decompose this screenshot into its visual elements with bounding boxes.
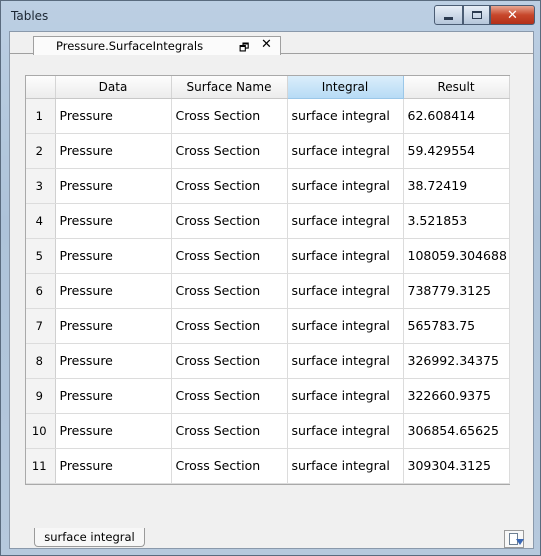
cell-surface-name[interactable]: Cross Section (171, 98, 288, 134)
row-number[interactable]: 8 (26, 343, 56, 379)
cell-integral[interactable]: surface integral (287, 238, 404, 274)
cell-integral[interactable]: surface integral (287, 343, 404, 379)
cell-surface-name[interactable]: Cross Section (171, 378, 288, 414)
cell-integral[interactable]: surface integral (287, 448, 404, 484)
row-number[interactable]: 10 (26, 413, 56, 449)
cell-result[interactable]: 306854.65625 (403, 413, 510, 449)
row-number[interactable]: 3 (26, 168, 56, 204)
cell-integral[interactable]: surface integral (287, 98, 404, 134)
cell-result[interactable]: 59.429554 (403, 133, 510, 169)
table-row[interactable]: 10 Pressure Cross Section surface integral 3… (26, 413, 510, 449)
cell-surface-name[interactable]: Cross Section (171, 133, 288, 169)
cell-surface-name[interactable]: Cross Section (171, 413, 288, 449)
cell-surface-name[interactable]: Cross Section (171, 238, 288, 274)
cell-integral[interactable]: surface integral (287, 133, 404, 169)
cell-data[interactable]: Pressure (55, 273, 172, 309)
minimize-button[interactable] (434, 5, 463, 25)
sheet-tab-surface-integral[interactable]: surface integral (34, 528, 145, 547)
row-number[interactable]: 2 (26, 133, 56, 169)
row-number[interactable]: 11 (26, 448, 56, 484)
cell-result[interactable]: 326992.34375 (403, 343, 510, 379)
cell-data[interactable]: Pressure (55, 203, 172, 239)
table-row[interactable]: 5 Pressure Cross Section surface integral 10… (26, 238, 510, 274)
row-number[interactable]: 4 (26, 203, 56, 239)
column-header-result[interactable]: Result (403, 76, 510, 99)
cell-surface-name[interactable]: Cross Section (171, 203, 288, 239)
table-row[interactable]: 1 Pressure Cross Section surface integral 62… (26, 98, 510, 134)
sheet-tab-label: surface integral (44, 530, 135, 544)
cell-data[interactable]: Pressure (55, 448, 172, 484)
cell-surface-name[interactable]: Cross Section (171, 308, 288, 344)
minimize-icon (444, 16, 453, 20)
column-header-surface-name[interactable]: Surface Name (171, 76, 288, 99)
cell-data[interactable]: Pressure (55, 378, 172, 414)
cell-surface-name[interactable]: Cross Section (171, 343, 288, 379)
window-title: Tables (11, 9, 49, 23)
document-tab-strip: Pressure.SurfaceIntegrals 🗗 ✕ (10, 32, 533, 55)
download-arrow-icon (516, 539, 524, 545)
cell-result[interactable]: 565783.75 (403, 308, 510, 344)
maximize-button[interactable] (463, 5, 490, 25)
maximize-icon (471, 11, 482, 19)
table-row[interactable]: 4 Pressure Cross Section surface integral 3.… (26, 203, 510, 239)
table-panel: Pressure.SurfaceIntegrals 🗗 ✕ Data Surfa… (9, 31, 534, 549)
cell-data[interactable]: Pressure (55, 413, 172, 449)
corner-header[interactable] (26, 76, 56, 99)
cell-integral[interactable]: surface integral (287, 203, 404, 239)
title-bar[interactable]: Tables ✕ (1, 1, 540, 31)
tables-window: Tables ✕ Pressure.SurfaceIntegrals 🗗 ✕ D… (0, 0, 541, 556)
table-row[interactable]: 7 Pressure Cross Section surface integral 56… (26, 308, 510, 344)
table-row[interactable]: 6 Pressure Cross Section surface integral 73… (26, 273, 510, 309)
cell-integral[interactable]: surface integral (287, 378, 404, 414)
cell-result[interactable]: 108059.304688 (403, 238, 510, 274)
row-number[interactable]: 6 (26, 273, 56, 309)
cell-data[interactable]: Pressure (55, 308, 172, 344)
row-number[interactable]: 9 (26, 378, 56, 414)
cell-data[interactable]: Pressure (55, 168, 172, 204)
tab-pressure-surface-integrals[interactable]: Pressure.SurfaceIntegrals 🗗 ✕ (33, 36, 281, 55)
cell-result[interactable]: 309304.3125 (403, 448, 510, 484)
close-icon: ✕ (507, 7, 518, 23)
cell-surface-name[interactable]: Cross Section (171, 448, 288, 484)
cell-result[interactable]: 738779.3125 (403, 273, 510, 309)
table-row[interactable]: 3 Pressure Cross Section surface integral 38… (26, 168, 510, 204)
row-number[interactable]: 7 (26, 308, 56, 344)
tab-label: Pressure.SurfaceIntegrals (56, 39, 204, 53)
results-table[interactable]: Data Surface Name Integral Result 1 Press… (25, 75, 510, 485)
table-row[interactable]: 2 Pressure Cross Section surface integral 59… (26, 133, 510, 169)
table-row[interactable]: 8 Pressure Cross Section surface integral 32… (26, 343, 510, 379)
column-header-data[interactable]: Data (55, 76, 172, 99)
table-row[interactable]: 11 Pressure Cross Section surface integral 3… (26, 448, 510, 484)
row-number[interactable]: 5 (26, 238, 56, 274)
cell-integral[interactable]: surface integral (287, 308, 404, 344)
close-button[interactable]: ✕ (490, 5, 535, 25)
cell-surface-name[interactable]: Cross Section (171, 168, 288, 204)
table-row[interactable]: 9 Pressure Cross Section surface integral 32… (26, 378, 510, 414)
cell-integral[interactable]: surface integral (287, 413, 404, 449)
cell-data[interactable]: Pressure (55, 343, 172, 379)
cell-result[interactable]: 322660.9375 (403, 378, 510, 414)
cell-integral[interactable]: surface integral (287, 168, 404, 204)
row-number[interactable]: 1 (26, 98, 56, 134)
cell-result[interactable]: 38.72419 (403, 168, 510, 204)
cell-integral[interactable]: surface integral (287, 273, 404, 309)
cell-data[interactable]: Pressure (55, 133, 172, 169)
cell-data[interactable]: Pressure (55, 238, 172, 274)
column-header-integral[interactable]: Integral (287, 76, 404, 99)
cell-data[interactable]: Pressure (55, 98, 172, 134)
tab-close-icon[interactable]: ✕ (261, 37, 272, 52)
table-header-row: Data Surface Name Integral Result (26, 76, 510, 99)
cell-surface-name[interactable]: Cross Section (171, 273, 288, 309)
cell-result[interactable]: 3.521853 (403, 203, 510, 239)
cell-result[interactable]: 62.608414 (403, 98, 510, 134)
undock-icon[interactable]: 🗗 (239, 39, 249, 58)
export-button[interactable] (504, 530, 524, 548)
